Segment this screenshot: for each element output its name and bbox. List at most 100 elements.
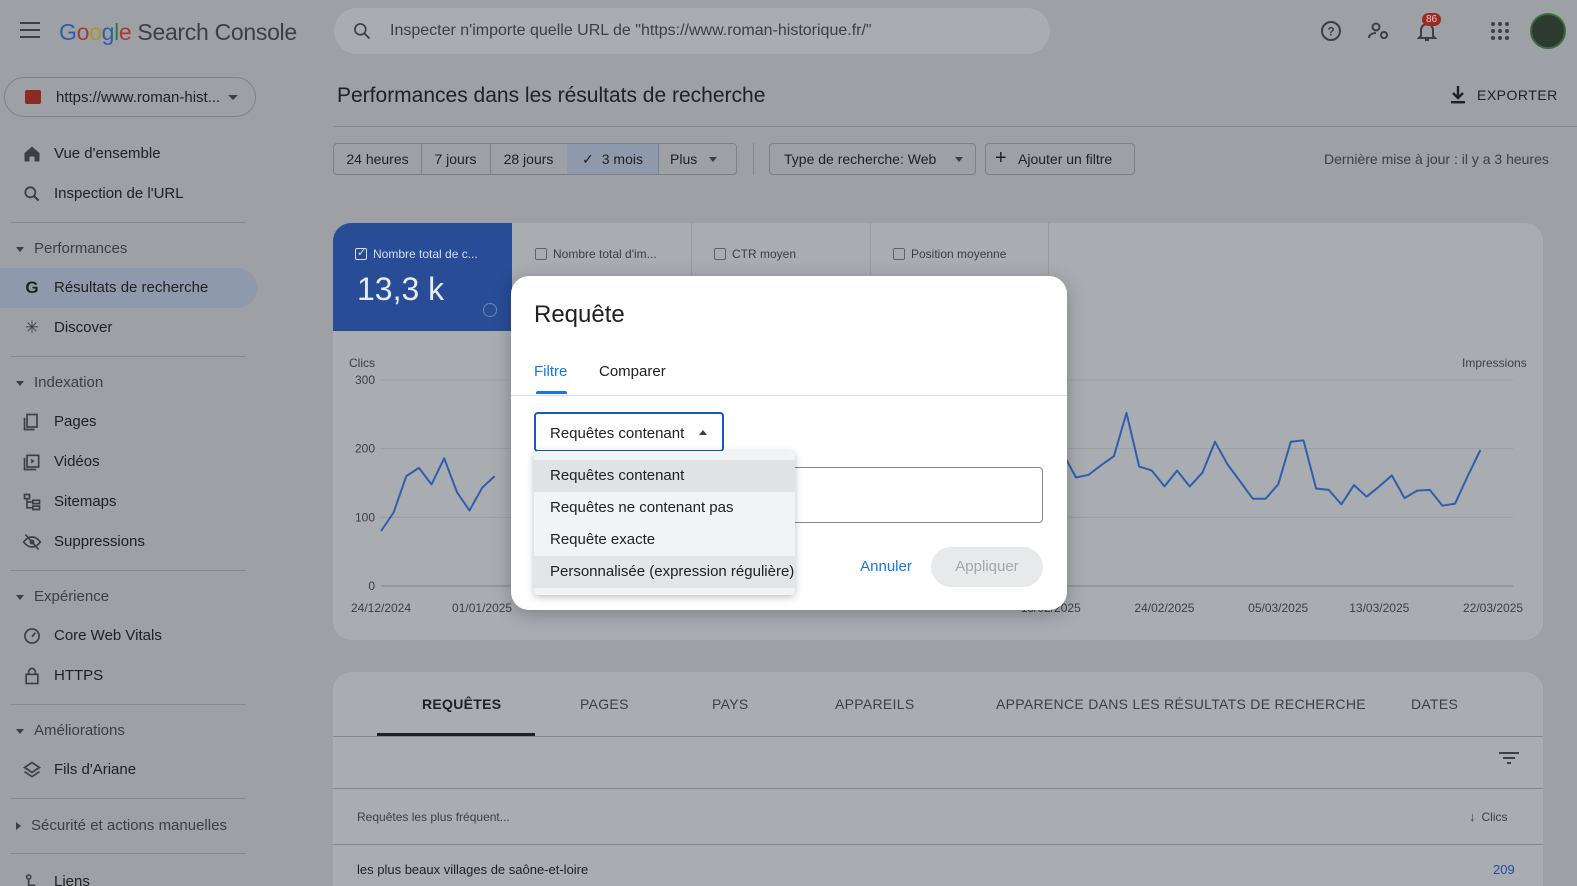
collapse-triangle-icon xyxy=(16,380,24,386)
sidebar-item-label: Vidéos xyxy=(54,453,100,470)
user-settings-icon[interactable] xyxy=(1367,19,1391,43)
links-icon xyxy=(25,874,36,886)
arrow-down-icon: ↓ xyxy=(1469,809,1476,824)
svg-text:?: ? xyxy=(1327,25,1334,39)
sidebar-item-overview[interactable]: Vue d'ensemble xyxy=(0,134,257,174)
option-exact-query[interactable]: Requête exacte xyxy=(534,524,795,556)
chip-3m[interactable]: ✓ 3 mois xyxy=(567,143,659,175)
divider xyxy=(11,222,246,223)
sidebar-item-label: Fils d'Ariane xyxy=(54,761,137,778)
property-url: https://www.roman-hist... xyxy=(56,89,221,106)
chip-more[interactable]: Plus xyxy=(658,143,737,175)
section-label: Améliorations xyxy=(34,722,125,739)
sidebar-item-videos[interactable]: Vidéos xyxy=(0,442,257,482)
sidebar-item-label: Sitemaps xyxy=(54,493,117,510)
plus-icon: + xyxy=(995,147,1007,169)
apps-grid-icon[interactable] xyxy=(1488,19,1512,43)
section-indexation[interactable]: Indexation xyxy=(16,374,103,391)
sidebar-item-label: Résultats de recherche xyxy=(54,279,209,296)
hamburger-menu-icon[interactable] xyxy=(20,22,40,38)
table-row-query[interactable]: les plus beaux villages de saône-et-loir… xyxy=(357,862,588,877)
dropdown-arrow-icon xyxy=(709,157,717,162)
query-filter-input[interactable] xyxy=(783,467,1043,523)
sidebar-item-label: Vue d'ensemble xyxy=(54,145,161,162)
tab-search-appearance[interactable]: APPARENCE DANS LES RÉSULTATS DE RECHERCH… xyxy=(996,696,1366,712)
sidebar-item-breadcrumbs[interactable]: Fils d'Ariane xyxy=(0,750,257,790)
sidebar-item-core-web-vitals[interactable]: Core Web Vitals xyxy=(0,616,257,656)
google-g-icon: G xyxy=(25,278,39,297)
property-selector[interactable]: https://www.roman-hist... xyxy=(4,77,256,117)
option-queries-not-containing[interactable]: Requêtes ne contenant pas xyxy=(534,492,795,524)
section-experience[interactable]: Expérience xyxy=(16,588,109,605)
section-label: Indexation xyxy=(34,374,104,391)
column-header-label: Clics xyxy=(1481,810,1508,824)
search-type-filter[interactable]: Type de recherche: Web xyxy=(769,143,976,175)
section-performances[interactable]: Performances xyxy=(16,240,127,257)
notification-badge: 86 xyxy=(1422,13,1442,26)
dropdown-arrow-icon xyxy=(955,157,963,162)
tab-devices[interactable]: APPAREILS xyxy=(835,696,914,712)
pages-icon xyxy=(23,413,38,431)
tab-filter[interactable]: Filtre xyxy=(534,363,567,380)
sidebar-item-links[interactable]: Liens xyxy=(0,862,257,886)
account-avatar[interactable] xyxy=(1530,13,1566,49)
add-filter-button[interactable]: + Ajouter un filtre xyxy=(985,143,1135,175)
section-security[interactable]: Sécurité et actions manuelles xyxy=(16,817,227,834)
sidebar-item-pages[interactable]: Pages xyxy=(0,402,257,442)
sidebar-item-search-results[interactable]: G Résultats de recherche xyxy=(0,268,257,308)
tab-divider xyxy=(511,395,1067,396)
chip-28d[interactable]: 28 jours xyxy=(490,143,568,175)
apply-button[interactable]: Appliquer xyxy=(931,547,1043,587)
search-icon xyxy=(354,23,371,40)
column-header-query[interactable]: Requêtes les plus fréquent... xyxy=(357,810,510,824)
table-divider xyxy=(333,844,1543,845)
divider xyxy=(11,798,246,799)
tab-compare[interactable]: Comparer xyxy=(599,363,666,380)
collapse-triangle-icon xyxy=(16,246,24,252)
url-inspection-search[interactable]: Inspecter n'importe quelle URL de "https… xyxy=(334,8,1050,54)
search-icon xyxy=(24,186,40,202)
collapse-triangle-icon xyxy=(16,728,24,734)
home-icon xyxy=(24,146,40,162)
tab-dates[interactable]: DATES xyxy=(1411,696,1458,712)
chip-24h[interactable]: 24 heures xyxy=(333,143,422,175)
filter-type-select[interactable]: Requêtes contenant xyxy=(534,412,724,452)
check-icon: ✓ xyxy=(582,151,594,167)
header-divider xyxy=(333,126,1577,127)
sidebar-item-sitemaps[interactable]: Sitemaps xyxy=(0,482,257,522)
tab-countries[interactable]: PAYS xyxy=(712,696,748,712)
sidebar-item-label: Liens xyxy=(54,873,90,886)
tab-pages[interactable]: PAGES xyxy=(580,696,629,712)
search-type-label: Type de recherche: Web xyxy=(784,151,937,167)
tab-queries[interactable]: REQUÊTES xyxy=(422,696,501,712)
section-improvements[interactable]: Améliorations xyxy=(16,722,125,739)
option-queries-containing[interactable]: Requêtes contenant xyxy=(534,460,795,492)
app-logo[interactable]: Google Search Console xyxy=(59,19,297,46)
download-icon xyxy=(1451,86,1465,104)
sidebar-item-label: HTTPS xyxy=(54,667,104,684)
export-button[interactable]: EXPORTER xyxy=(1449,85,1557,108)
filter-rows-icon[interactable] xyxy=(1499,750,1519,766)
dimension-table-card: REQUÊTES PAGES PAYS APPAREILS APPARENCE … xyxy=(333,672,1543,886)
filter-type-dropdown: Requêtes contenant Requêtes ne contenant… xyxy=(534,451,795,595)
chip-7d[interactable]: 7 jours xyxy=(421,143,491,175)
sidebar-item-removals[interactable]: Suppressions xyxy=(0,522,257,562)
tab-divider xyxy=(333,736,1543,737)
option-custom-regex[interactable]: Personnalisée (expression régulière) xyxy=(534,556,795,588)
property-favicon-icon xyxy=(25,90,41,104)
add-filter-label: Ajouter un filtre xyxy=(1018,151,1113,167)
help-icon[interactable]: ? xyxy=(1319,19,1343,43)
sidebar-item-https[interactable]: HTTPS xyxy=(0,656,257,696)
sidebar-item-label: Suppressions xyxy=(54,533,145,550)
last-update-text: Dernière mise à jour : il y a 3 heures xyxy=(1324,151,1549,167)
app-name: Search Console xyxy=(137,19,297,45)
y-tick-label: 300 xyxy=(355,373,375,387)
export-label: EXPORTER xyxy=(1477,87,1558,103)
sidebar-item-url-inspection[interactable]: Inspection de l'URL xyxy=(0,174,257,214)
cancel-button[interactable]: Annuler xyxy=(856,547,916,587)
sidebar-item-discover[interactable]: ✳ Discover xyxy=(0,308,257,348)
table-row-clicks: 209 xyxy=(1493,862,1515,877)
column-header-clicks[interactable]: ↓ Clics xyxy=(1469,809,1508,824)
video-icon xyxy=(23,454,40,471)
section-label: Sécurité et actions manuelles xyxy=(31,817,227,834)
